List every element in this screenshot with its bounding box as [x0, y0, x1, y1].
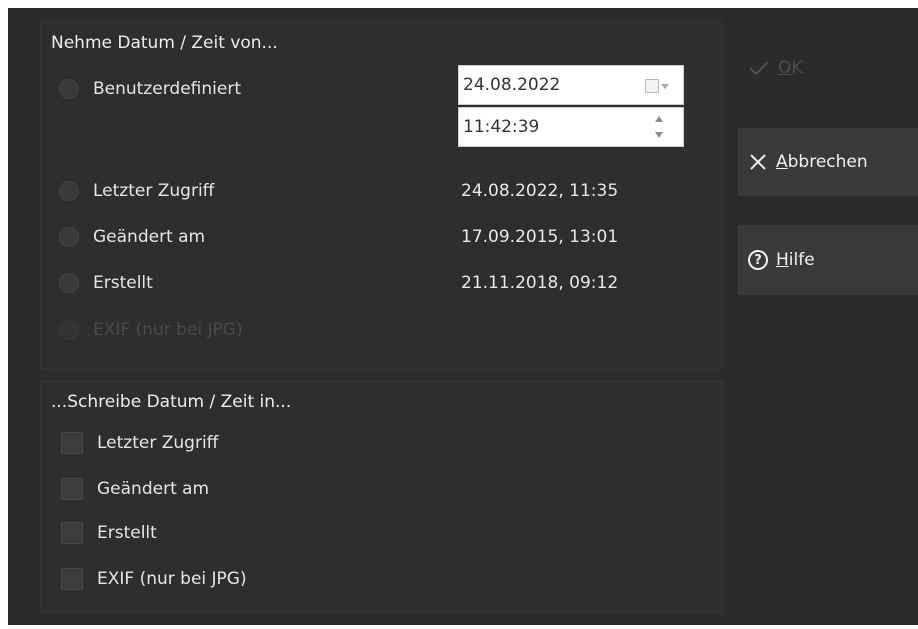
check-icon — [748, 59, 770, 77]
radio-last-access[interactable]: Letzter Zugriff — [59, 181, 214, 201]
time-spinner[interactable]: 11:42:39 — [458, 107, 684, 147]
checkbox[interactable] — [61, 522, 83, 544]
spin-down-arrow[interactable] — [655, 132, 663, 138]
last-access-value: 24.08.2022, 11:35 — [461, 181, 619, 201]
checkbox-last-access[interactable]: Letzter Zugriff — [61, 432, 218, 454]
x-icon — [748, 152, 768, 172]
checkbox-label: Erstellt — [97, 523, 157, 543]
radio-label: Benutzerdefiniert — [93, 79, 241, 99]
radio-button[interactable] — [59, 181, 79, 201]
source-group-title: Nehme Datum / Zeit von... — [51, 33, 278, 53]
radio-button — [59, 320, 79, 340]
created-value: 21.11.2018, 09:12 — [461, 273, 619, 293]
spin-up-arrow[interactable] — [655, 116, 663, 122]
checkbox-label: Letzter Zugriff — [97, 433, 219, 453]
question-circle-icon: ? — [748, 250, 768, 270]
radio-label: Geändert am — [93, 227, 206, 247]
radio-button[interactable] — [59, 273, 79, 293]
checkbox-label: EXIF (nur bei JPG) — [97, 569, 247, 589]
checkbox[interactable] — [61, 432, 83, 454]
cancel-label: Abbrechen — [776, 152, 868, 172]
time-value: 11:42:39 — [463, 117, 540, 137]
radio-modified[interactable]: Geändert am — [59, 227, 205, 247]
radio-label: EXIF (nur bei JPG) — [93, 320, 243, 340]
spinner-icon[interactable] — [651, 112, 667, 142]
checkbox-label: Geändert am — [97, 479, 210, 499]
ok-label: OK — [778, 58, 803, 78]
checkbox[interactable] — [61, 478, 83, 500]
calendar-icon[interactable] — [645, 76, 675, 96]
date-value: 24.08.2022 — [463, 75, 561, 95]
checkbox-exif[interactable]: EXIF (nur bei JPG) — [61, 568, 247, 590]
help-button[interactable]: ? Hilfe — [738, 225, 918, 295]
date-picker[interactable]: 24.08.2022 — [458, 65, 684, 105]
help-label: Hilfe — [776, 250, 815, 270]
radio-label: Erstellt — [93, 273, 153, 293]
date-time-dialog: Nehme Datum / Zeit von... Benutzerdefini… — [8, 8, 918, 625]
radio-created[interactable]: Erstellt — [59, 273, 153, 293]
ok-button[interactable]: OK — [738, 38, 918, 98]
radio-label: Letzter Zugriff — [93, 181, 215, 201]
cancel-button[interactable]: Abbrechen — [738, 128, 918, 196]
target-group-title: ...Schreibe Datum / Zeit in... — [51, 392, 292, 412]
radio-button[interactable] — [59, 79, 79, 99]
modified-value: 17.09.2015, 13:01 — [461, 227, 619, 247]
radio-exif: EXIF (nur bei JPG) — [59, 320, 243, 340]
target-group: ...Schreibe Datum / Zeit in... Letzter Z… — [40, 381, 723, 613]
radio-custom[interactable]: Benutzerdefiniert — [59, 79, 241, 99]
checkbox-created[interactable]: Erstellt — [61, 522, 157, 544]
checkbox-modified[interactable]: Geändert am — [61, 478, 209, 500]
radio-button[interactable] — [59, 227, 79, 247]
checkbox[interactable] — [61, 568, 83, 590]
